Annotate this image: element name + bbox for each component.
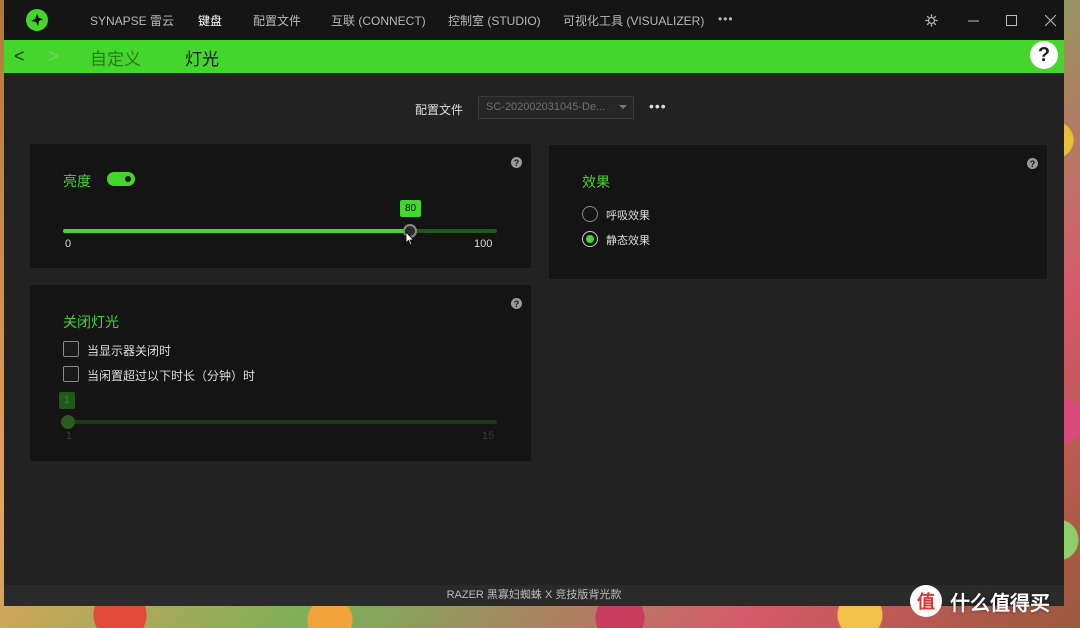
idle-max-label: 15 [482,430,495,442]
brightness-min-label: 0 [65,238,72,250]
static-effect-radio[interactable] [582,231,598,247]
idle-slider-handle[interactable] [61,415,75,429]
nav-connect[interactable]: 互联 (CONNECT) [331,12,426,29]
monitor-off-label: 当显示器关闭时 [87,344,172,358]
title-bar: SYNAPSE 雷云 键盘 配置文件 互联 (CONNECT) 控制室 (STU… [4,0,1064,40]
brightness-toggle[interactable] [107,172,135,186]
effects-title: 效果 [582,174,610,190]
nav-visualizer[interactable]: 可视化工具 (VISUALIZER) [563,12,704,29]
idle-timeout-label: 当闲置超过以下时长（分钟）时 [87,369,256,383]
watermark-text: 什么值得买 [950,592,1050,615]
idle-value-tooltip: 1 [59,392,75,409]
static-effect-label: 静态效果 [606,235,650,247]
minimize-icon[interactable] [963,10,983,30]
synapse-window: SYNAPSE 雷云 键盘 配置文件 互联 (CONNECT) 控制室 (STU… [4,0,1064,606]
lighting-off-panel: ? 关闭灯光 当显示器关闭时 当闲置超过以下时长（分钟）时 1 1 15 [30,285,531,461]
toggle-knob [123,174,133,184]
profile-more-button[interactable]: ••• [649,98,667,114]
device-status-bar: RAZER 黑寡妇蜘蛛 X 竞技版背光款 [4,585,1064,606]
razer-logo-icon [26,9,48,31]
monitor-off-checkbox[interactable] [63,341,79,357]
help-icon[interactable]: ? [1030,41,1058,69]
nav-synapse[interactable]: SYNAPSE 雷云 [90,12,174,29]
help-question-icon[interactable]: ? [511,157,522,168]
nav-more-button[interactable]: ••• [718,12,734,26]
brightness-slider-fill [63,229,410,233]
close-icon[interactable] [1040,10,1060,30]
lighting-off-title: 关闭灯光 [63,314,119,330]
profile-label: 配置文件 [415,103,464,117]
forward-arrow-icon[interactable]: > [48,46,59,66]
idle-timeout-checkbox[interactable] [63,366,79,382]
nav-keyboard[interactable]: 键盘 [198,12,222,29]
tab-customize[interactable]: 自定义 [90,45,141,70]
settings-gear-icon[interactable] [921,10,941,30]
back-arrow-icon[interactable]: < [14,46,25,66]
help-question-icon[interactable]: ? [1027,158,1038,169]
profile-dropdown[interactable]: SC-202002031045-De... [478,96,634,119]
chevron-down-icon [619,105,627,109]
brightness-panel: ? 亮度 80 0 100 [30,144,531,268]
help-question-icon[interactable]: ? [511,298,522,309]
nav-profiles[interactable]: 配置文件 [253,12,301,29]
idle-min-label: 1 [66,430,73,442]
watermark: 值 什么值得买 [910,585,1050,617]
mouse-cursor-icon [405,231,415,246]
profile-dropdown-value: SC-202002031045-De... [486,101,606,113]
tab-lighting[interactable]: 灯光 [185,45,219,70]
brightness-title: 亮度 [63,173,91,189]
brightness-max-label: 100 [474,238,493,250]
maximize-icon[interactable] [1001,10,1021,30]
smzdm-logo-icon: 值 [910,585,942,617]
section-nav-bar: < > 自定义 灯光 ? [4,40,1064,73]
breathing-effect-radio[interactable] [582,206,598,222]
nav-studio[interactable]: 控制室 (STUDIO) [448,12,541,29]
brightness-value-tooltip: 80 [400,200,422,217]
effects-panel: ? 效果 呼吸效果 静态效果 [549,145,1047,279]
idle-slider-track[interactable] [63,420,497,424]
breathing-effect-label: 呼吸效果 [606,210,650,222]
